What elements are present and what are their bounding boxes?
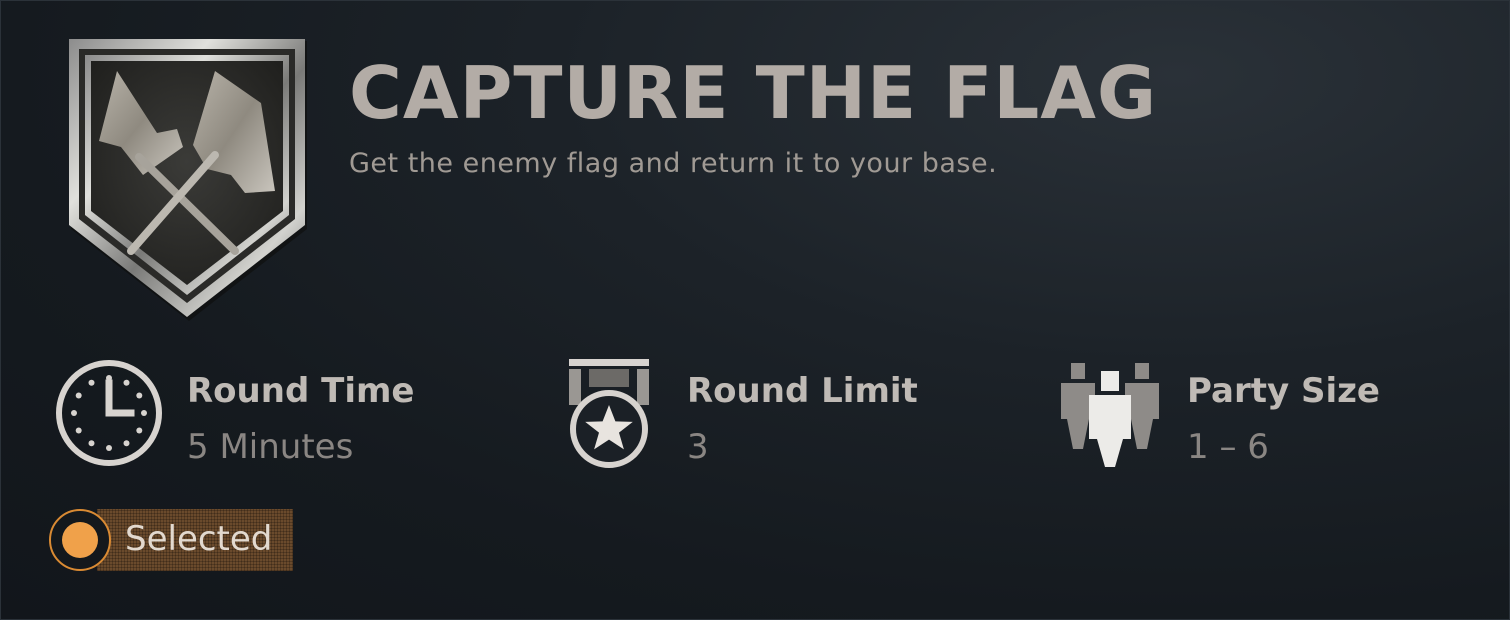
mode-card[interactable]: CAPTURE THE FLAG Get the enemy flag and … (0, 0, 1510, 620)
radio-ring-icon[interactable] (49, 509, 111, 571)
selected-status-toggle[interactable]: Selected (49, 509, 293, 571)
radio-dot-icon (62, 522, 98, 558)
clock-icon (55, 357, 167, 469)
mode-title: CAPTURE THE FLAG (349, 51, 1158, 135)
party-icon (1055, 357, 1167, 469)
mode-description: Get the enemy flag and return it to your… (349, 148, 998, 179)
stat-label: Round Limit (687, 371, 918, 411)
stat-label: Round Time (187, 371, 415, 411)
selected-label: Selected (125, 519, 273, 559)
stat-value: 5 Minutes (187, 427, 354, 467)
crossed-flags-shield-icon (65, 37, 313, 325)
stat-value: 1 – 6 (1187, 427, 1269, 467)
stat-label: Party Size (1187, 371, 1380, 411)
star-medal-icon (555, 357, 667, 469)
stat-value: 3 (687, 427, 709, 467)
